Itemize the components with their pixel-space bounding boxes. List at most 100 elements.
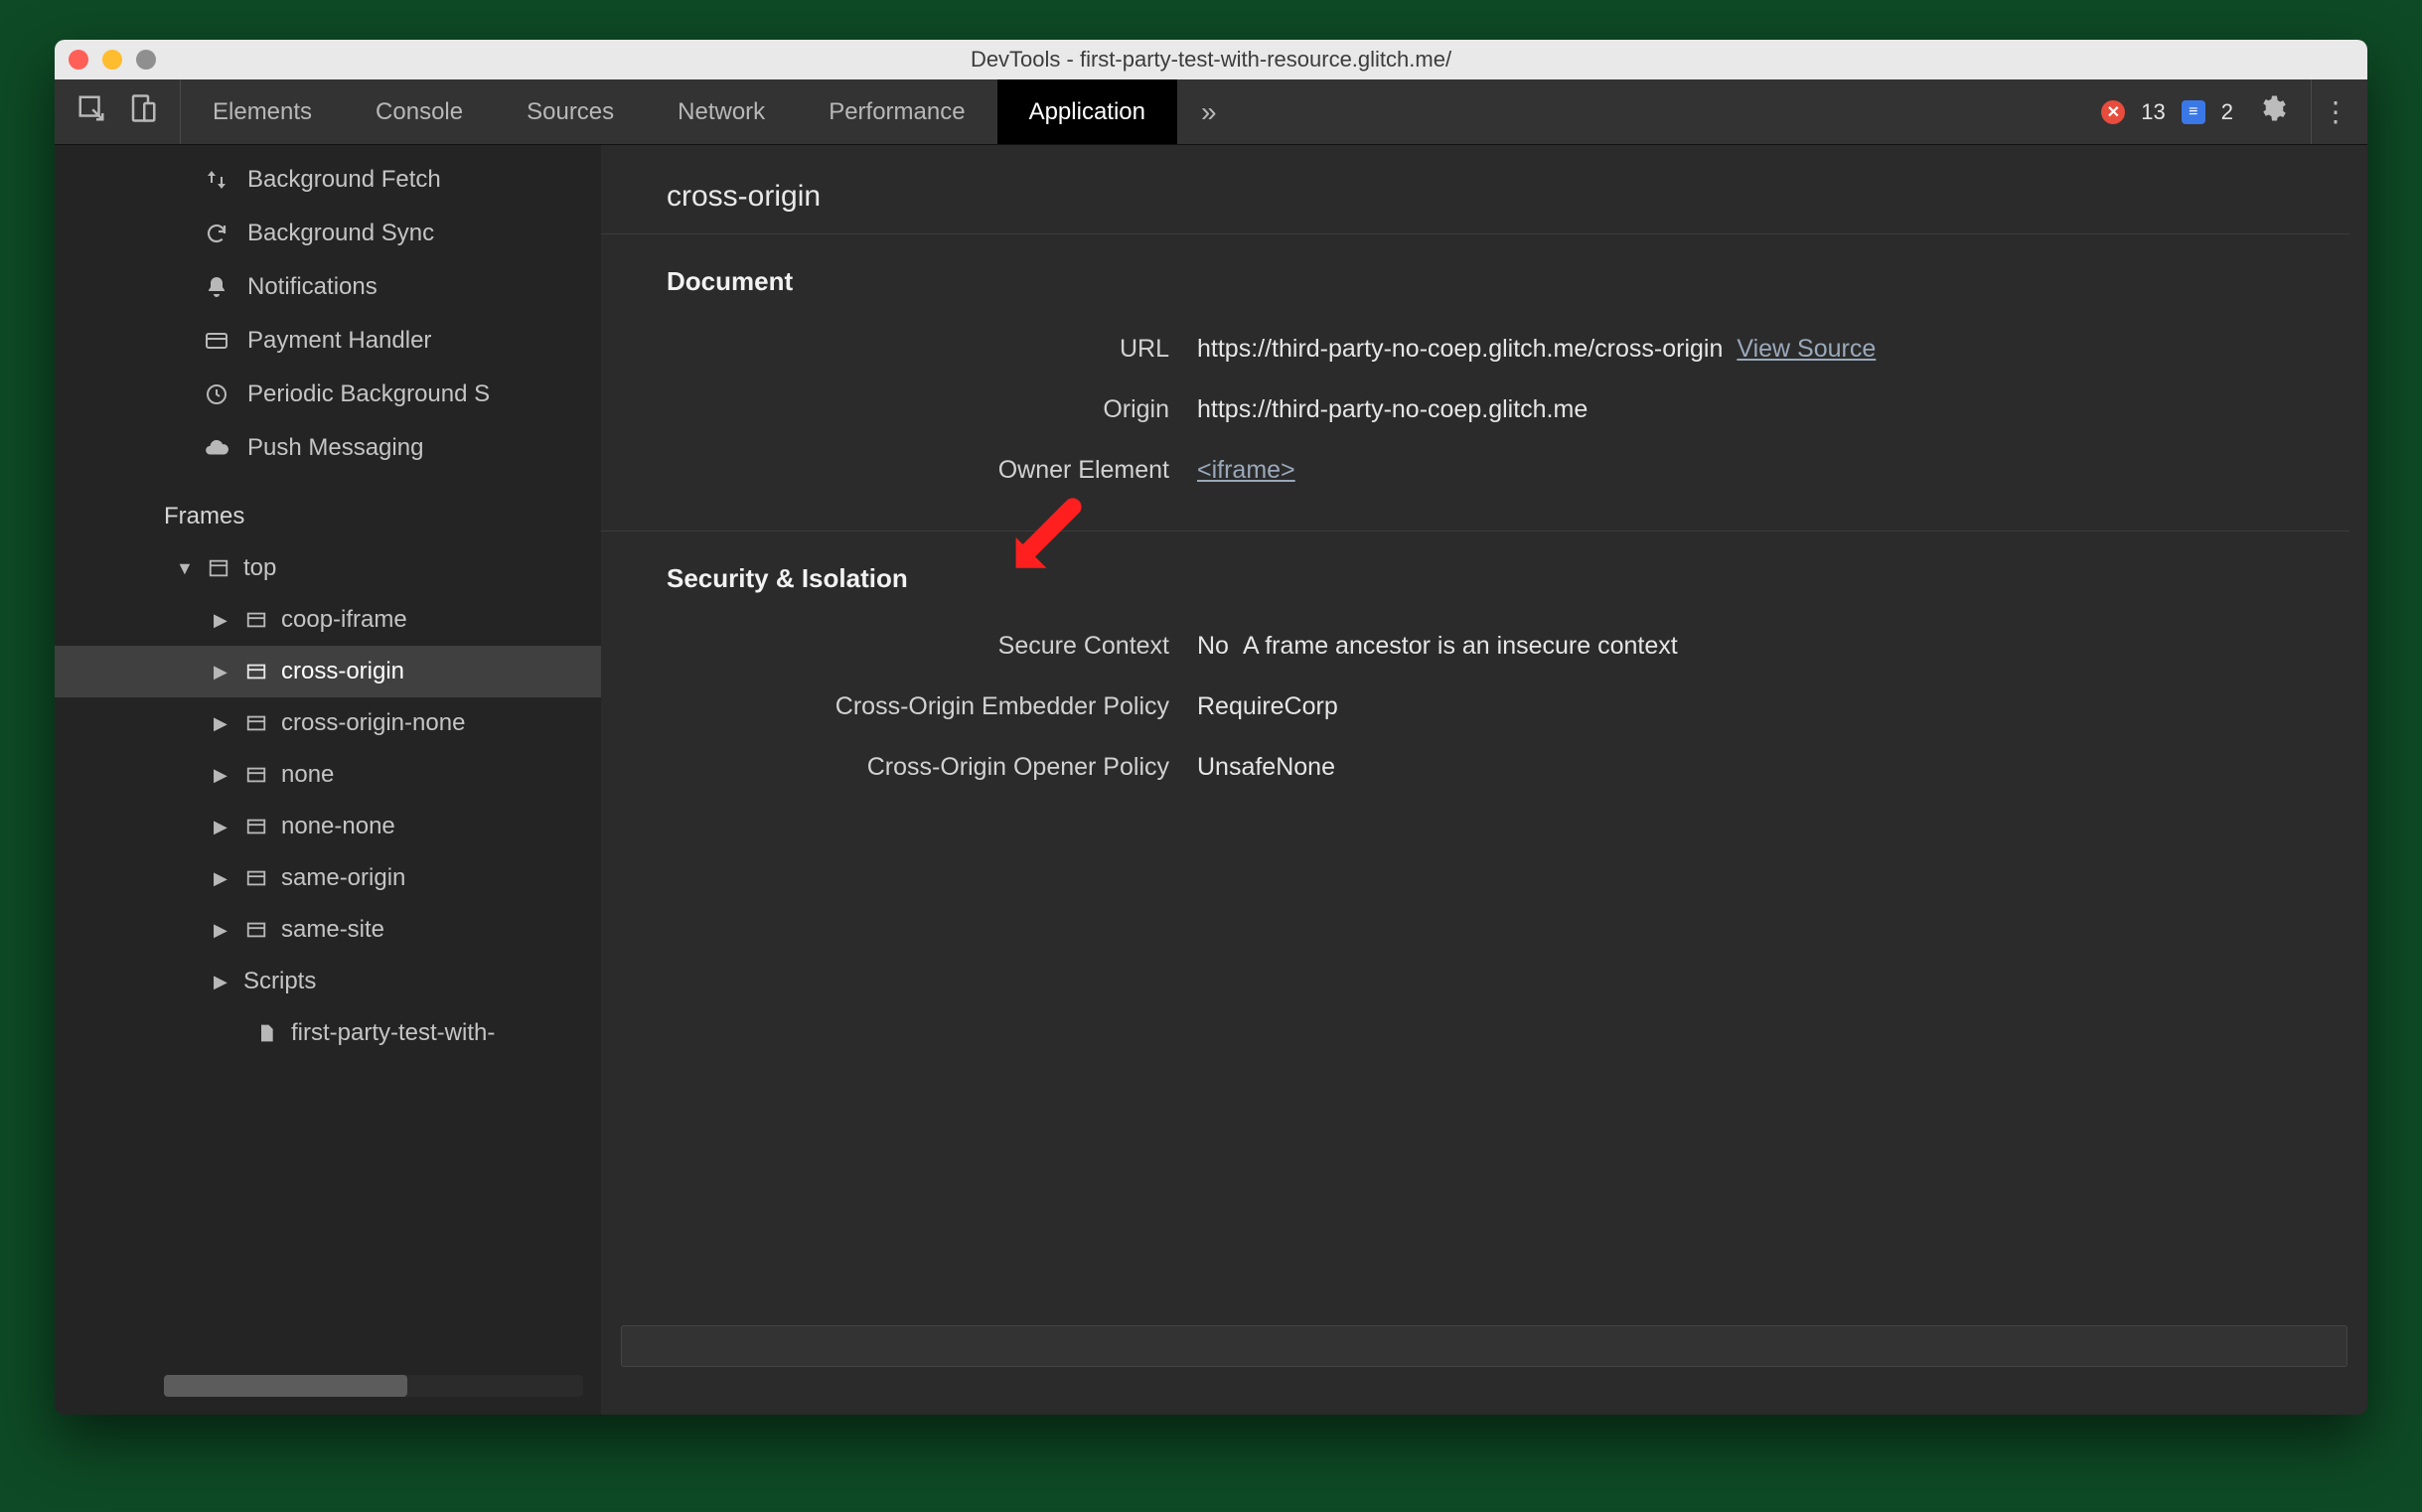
- tree-row-cross-origin-none[interactable]: ▶ cross-origin-none: [55, 697, 601, 749]
- frame-icon: [243, 867, 269, 889]
- secure-context-value: No: [1197, 632, 1229, 661]
- toolbar: Elements Console Sources Network Perform…: [55, 79, 2367, 145]
- label: Origin: [601, 395, 1197, 424]
- caret-right-icon[interactable]: ▶: [214, 662, 231, 682]
- label: Owner Element: [601, 456, 1197, 485]
- tab-performance[interactable]: Performance: [797, 79, 996, 144]
- label: Cross-Origin Embedder Policy: [601, 692, 1197, 721]
- sidebar-item-notifications[interactable]: Notifications: [55, 260, 601, 314]
- tree-row-label: coop-iframe: [281, 606, 407, 634]
- tree-row-same-site[interactable]: ▶ same-site: [55, 904, 601, 956]
- section-security-isolation: Security & Isolation Secure Context No A…: [601, 530, 2367, 828]
- more-options-icon[interactable]: ⋮: [2311, 79, 2349, 144]
- row-secure-context: Secure Context No A frame ancestor is an…: [601, 616, 2367, 677]
- inspect-element-icon[interactable]: [76, 93, 106, 130]
- caret-right-icon[interactable]: ▶: [214, 868, 231, 889]
- coop-value: UnsafeNone: [1197, 753, 1335, 782]
- sidebar-item-background-sync[interactable]: Background Sync: [55, 207, 601, 260]
- tab-sources[interactable]: Sources: [495, 79, 646, 144]
- window-title: DevTools - first-party-test-with-resourc…: [55, 47, 2367, 73]
- issues-icon[interactable]: ≡: [2182, 100, 2205, 124]
- filter-input[interactable]: [621, 1325, 2347, 1367]
- label: Secure Context: [601, 632, 1197, 661]
- sidebar-item-periodic-background-sync[interactable]: Periodic Background S: [55, 368, 601, 421]
- tab-network[interactable]: Network: [646, 79, 797, 144]
- sidebar-item-label: Background Sync: [247, 220, 434, 247]
- coep-value: RequireCorp: [1197, 692, 1338, 721]
- frame-icon: [243, 712, 269, 734]
- caret-right-icon[interactable]: ▶: [214, 713, 231, 734]
- card-icon: [202, 329, 231, 353]
- row-coop: Cross-Origin Opener Policy UnsafeNone: [601, 737, 2367, 798]
- view-source-link[interactable]: View Source: [1737, 335, 1876, 364]
- caret-right-icon[interactable]: ▶: [214, 765, 231, 786]
- tab-elements[interactable]: Elements: [181, 79, 344, 144]
- owner-element-link[interactable]: <iframe>: [1197, 456, 1295, 485]
- caret-right-icon[interactable]: ▶: [214, 610, 231, 631]
- tab-application[interactable]: Application: [997, 79, 1177, 144]
- frame-details-pane: cross-origin Document URL https://third-…: [601, 145, 2367, 1415]
- window-icon: [206, 557, 231, 579]
- clock-icon: [202, 382, 231, 406]
- tree-row-same-origin[interactable]: ▶ same-origin: [55, 852, 601, 904]
- sidebar-item-background-fetch[interactable]: Background Fetch: [55, 153, 601, 207]
- frame-icon: [243, 816, 269, 837]
- sidebar-item-label: Push Messaging: [247, 434, 423, 462]
- sidebar-item-payment-handler[interactable]: Payment Handler: [55, 314, 601, 368]
- caret-right-icon[interactable]: ▶: [214, 920, 231, 941]
- settings-icon[interactable]: [2249, 93, 2295, 130]
- more-tabs-button[interactable]: »: [1177, 79, 1241, 144]
- error-count[interactable]: 13: [2141, 99, 2165, 125]
- tree-row-none-none[interactable]: ▶ none-none: [55, 801, 601, 852]
- frame-icon: [243, 919, 269, 941]
- annotation-arrow-icon: [998, 494, 1086, 581]
- sidebar-item-label: Notifications: [247, 273, 378, 301]
- section-heading: Security & Isolation: [601, 555, 2367, 616]
- section-heading: Document: [601, 258, 2367, 319]
- tree-row-none[interactable]: ▶ none: [55, 749, 601, 801]
- origin-value: https://third-party-no-coep.glitch.me: [1197, 395, 1588, 424]
- titlebar: DevTools - first-party-test-with-resourc…: [55, 40, 2367, 79]
- frame-icon: [243, 661, 269, 682]
- panel-tabs: Elements Console Sources Network Perform…: [181, 79, 1177, 144]
- caret-right-icon[interactable]: ▶: [214, 817, 231, 837]
- caret-down-icon[interactable]: ▼: [176, 558, 194, 579]
- caret-right-icon[interactable]: ▶: [214, 972, 231, 992]
- tree-row-label: same-site: [281, 916, 384, 944]
- secure-context-note: A frame ancestor is an insecure context: [1243, 632, 1678, 661]
- label: URL: [601, 335, 1197, 364]
- error-icon[interactable]: ✕: [2101, 100, 2125, 124]
- panel-body: Background Fetch Background Sync Notific…: [55, 145, 2367, 1415]
- tree-row-label: first-party-test-with-: [291, 1019, 495, 1047]
- tree-row-label: same-origin: [281, 864, 405, 892]
- close-window-button[interactable]: [69, 50, 88, 70]
- sidebar-item-label: Periodic Background S: [247, 380, 490, 408]
- tree-row-label: none-none: [281, 813, 395, 840]
- file-icon: [253, 1021, 279, 1045]
- frames-tree: ▼ top ▶ coop-iframe ▶ cross-origin: [55, 538, 601, 1059]
- section-document: Document URL https://third-party-no-coep…: [601, 234, 2367, 530]
- toolbar-left: [55, 79, 181, 144]
- tree-row-label: cross-origin: [281, 658, 404, 685]
- tree-row-scripts[interactable]: ▶ Scripts: [55, 956, 601, 1007]
- frame-icon: [243, 764, 269, 786]
- tree-row-label: cross-origin-none: [281, 709, 465, 737]
- row-origin: Origin https://third-party-no-coep.glitc…: [601, 379, 2367, 440]
- tab-console[interactable]: Console: [344, 79, 495, 144]
- tree-row-cross-origin[interactable]: ▶ cross-origin: [55, 646, 601, 697]
- tree-row-coop-iframe[interactable]: ▶ coop-iframe: [55, 594, 601, 646]
- device-toolbar-icon[interactable]: [128, 93, 158, 130]
- sidebar-horizontal-scrollbar[interactable]: [164, 1375, 583, 1397]
- row-coep: Cross-Origin Embedder Policy RequireCorp: [601, 677, 2367, 737]
- tree-row-script-file[interactable]: first-party-test-with-: [55, 1007, 601, 1059]
- row-url: URL https://third-party-no-coep.glitch.m…: [601, 319, 2367, 379]
- minimize-window-button[interactable]: [102, 50, 122, 70]
- sidebar-item-push-messaging[interactable]: Push Messaging: [55, 421, 601, 475]
- issues-count[interactable]: 2: [2221, 99, 2233, 125]
- sync-icon: [202, 222, 231, 245]
- frame-icon: [243, 609, 269, 631]
- maximize-window-button[interactable]: [136, 50, 156, 70]
- bell-icon: [202, 275, 231, 299]
- tree-row-top[interactable]: ▼ top: [55, 542, 601, 594]
- label: Cross-Origin Opener Policy: [601, 753, 1197, 782]
